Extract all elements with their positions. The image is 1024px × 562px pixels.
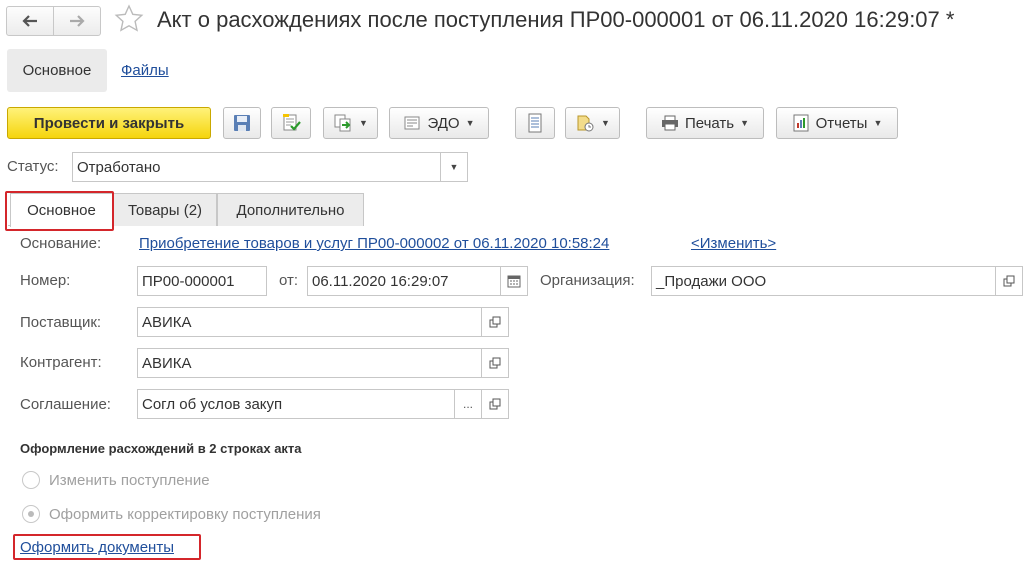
radio-correction[interactable] [22, 505, 40, 523]
basis-document-link[interactable]: Приобретение товаров и услуг ПР00-000002… [139, 235, 609, 252]
supplier-field[interactable]: АВИКА [137, 307, 509, 337]
highlight-box-tab [5, 191, 114, 231]
status-value: Отработано [77, 158, 161, 176]
save-button[interactable] [223, 107, 261, 139]
number-label: Номер: [20, 272, 71, 289]
status-dropdown-button[interactable]: ▼ [440, 152, 468, 182]
favorite-button[interactable] [114, 4, 144, 34]
reports-label: Отчеты [815, 114, 868, 132]
tab-goods[interactable]: Товары (2) [113, 193, 217, 226]
counterparty-value: АВИКА [142, 354, 192, 372]
print-label: Печать [684, 114, 735, 132]
open-form-icon [1003, 275, 1015, 287]
number-value: ПР00-000001 [142, 272, 235, 290]
dropdown-caret: ▼ [601, 118, 610, 128]
dropdown-caret: ▼ [873, 118, 883, 128]
agreement-value: Согл об услов закуп [142, 395, 283, 413]
printer-icon [661, 115, 678, 131]
edo-label: ЭДО [427, 114, 460, 132]
dropdown-caret: ▼ [359, 118, 368, 128]
reports-button[interactable]: Отчеты ▼ [776, 107, 898, 139]
dropdown-caret: ▼ [465, 118, 475, 128]
create-based-on-button[interactable]: ▼ [323, 107, 378, 139]
arrow-left-icon [22, 15, 37, 27]
floppy-disk-icon [234, 115, 250, 131]
tab-additional[interactable]: Дополнительно [217, 193, 364, 226]
counterparty-open-button[interactable] [481, 348, 509, 378]
status-label: Статус: [7, 158, 59, 175]
agreement-label: Соглашение: [20, 396, 111, 413]
agreement-field[interactable]: Согл об услов закуп ... [137, 389, 509, 419]
counterparty-field[interactable]: АВИКА [137, 348, 509, 378]
date-field[interactable]: 06.11.2020 16:29:07 [307, 266, 528, 296]
calendar-button[interactable] [500, 266, 528, 296]
status-select[interactable]: Отработано ▼ [72, 152, 468, 182]
open-form-icon [489, 398, 501, 410]
number-field[interactable]: ПР00-000001 [137, 266, 267, 296]
supplier-label: Поставщик: [20, 314, 102, 331]
organization-label: Организация: [540, 272, 635, 289]
arrow-right-icon [70, 15, 85, 27]
radio-correction-label: Оформить корректировку поступления [49, 506, 321, 523]
history-nav [6, 6, 101, 36]
supplier-value: АВИКА [142, 313, 192, 331]
open-form-icon [489, 316, 501, 328]
organization-value: _Продажи ООО [656, 272, 767, 290]
window-title: Акт о расхождениях после поступления ПР0… [157, 7, 955, 32]
post-and-close-button[interactable]: Провести и закрыть [7, 107, 211, 139]
star-icon [114, 4, 144, 32]
supplier-open-button[interactable] [481, 307, 509, 337]
organization-open-button[interactable] [995, 266, 1023, 296]
list-icon [528, 113, 542, 133]
edo-icon [404, 116, 420, 130]
counterparty-label: Контрагент: [20, 354, 102, 371]
post-document-icon [283, 114, 301, 131]
radio-change-receipt-label: Изменить поступление [49, 472, 210, 489]
radio-change-receipt[interactable] [22, 471, 40, 489]
dropdown-caret: ▼ [740, 118, 750, 128]
agreement-open-button[interactable] [481, 389, 509, 419]
section-files-link[interactable]: Файлы [121, 62, 169, 79]
date-value: 06.11.2020 16:29:07 [312, 272, 449, 290]
basis-label: Основание: [20, 235, 102, 252]
agreement-select-button[interactable]: ... [454, 389, 482, 419]
attachment-icon [577, 115, 594, 132]
create-based-on-icon [334, 114, 351, 132]
post-button[interactable] [271, 107, 311, 139]
discrepancy-group-title: Оформление расхождений в 2 строках акта [20, 441, 302, 456]
edo-button[interactable]: ЭДО ▼ [389, 107, 489, 139]
highlight-box-action [13, 534, 201, 560]
chevron-down-icon: ▼ [449, 162, 459, 172]
reports-icon [793, 114, 809, 132]
print-button[interactable]: Печать ▼ [646, 107, 764, 139]
back-button[interactable] [7, 7, 53, 35]
organization-field[interactable]: _Продажи ООО [651, 266, 1023, 296]
calendar-icon [507, 275, 521, 288]
forward-button[interactable] [53, 7, 100, 35]
section-main[interactable]: Основное [7, 49, 107, 92]
date-label: от: [279, 272, 299, 289]
change-basis-link[interactable]: <Изменить> [691, 235, 776, 252]
attachment-button[interactable]: ▼ [565, 107, 620, 139]
open-form-icon [489, 357, 501, 369]
list-button[interactable] [515, 107, 555, 139]
